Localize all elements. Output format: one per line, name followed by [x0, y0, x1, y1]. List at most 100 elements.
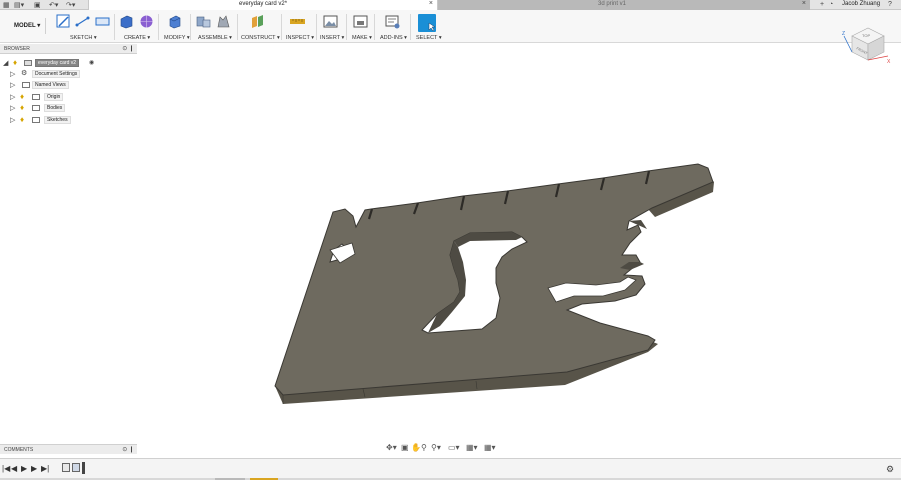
next-icon[interactable]: ▶	[31, 464, 37, 473]
panel-pin-icon[interactable]: ⊙ ❙	[122, 45, 134, 52]
toolbar-divider	[158, 14, 159, 40]
browser-item-label[interactable]: Sketches	[44, 116, 71, 124]
timeline: |◀ ◀ ▶ ▶ ▶| ⚙	[0, 458, 901, 480]
tab-title: everyday card v2*	[239, 1, 288, 7]
collapse-icon[interactable]: ◢	[3, 59, 8, 67]
component-icon	[24, 60, 32, 66]
create-sketch-icon[interactable]	[56, 14, 71, 29]
timeline-marker[interactable]	[82, 462, 85, 474]
expand-icon[interactable]: ▷	[10, 93, 15, 101]
canvas-viewport[interactable]	[0, 44, 901, 457]
rectangle-icon[interactable]	[95, 14, 110, 29]
workspace-switcher[interactable]: MODEL ▾	[4, 18, 46, 34]
browser-item-label[interactable]: Document Settings	[32, 70, 81, 78]
folder-icon	[22, 82, 30, 88]
new-tab-icon[interactable]: +	[820, 1, 824, 8]
toolbar: MODEL ▾ SKETCH ▾ CREATE ▾ MODIFY ▾ ASSEM…	[0, 10, 901, 43]
make-menu[interactable]: MAKE ▾	[352, 35, 372, 41]
first-icon[interactable]: |◀	[2, 464, 10, 473]
job-status-icon[interactable]: ◔	[829, 1, 833, 8]
extrude-icon[interactable]	[119, 14, 134, 29]
timeline-feature-sketch[interactable]	[62, 463, 70, 472]
create-menu[interactable]: CREATE ▾	[124, 35, 150, 41]
tab-3d-print[interactable]: 3d print v1 ×	[438, 0, 810, 10]
toolbar-divider	[114, 14, 115, 40]
data-panel-icon[interactable]: ▦	[3, 1, 10, 9]
browser-panel-header[interactable]: BROWSER ⊙ ❙	[0, 44, 137, 54]
print-3d-icon[interactable]	[353, 14, 368, 29]
navigation-bar: ✥▾ ▣ ✋ ⚲ ⚲▾ ▭▾ ▦▾ ▦▾	[386, 443, 504, 454]
expand-icon[interactable]: ▷	[10, 81, 15, 89]
close-icon[interactable]: ×	[429, 0, 433, 7]
folder-icon	[32, 117, 40, 123]
sphere-icon[interactable]	[139, 14, 154, 29]
measure-icon[interactable]	[290, 14, 305, 29]
add-ins-menu[interactable]: ADD-INS ▾	[380, 35, 407, 41]
help-icon[interactable]: ?	[888, 1, 892, 8]
zoom-icon[interactable]: ⚲	[421, 443, 427, 452]
save-icon[interactable]: ▣	[34, 1, 41, 9]
folder-icon	[32, 94, 40, 100]
undo-icon[interactable]: ↶▾	[49, 1, 58, 9]
toolbar-divider	[346, 14, 347, 40]
line-icon[interactable]	[75, 14, 90, 29]
scripts-icon[interactable]	[385, 14, 400, 29]
tab-title: 3d print v1	[598, 1, 627, 7]
comments-panel-header[interactable]: COMMENTS ⊙ ❙	[0, 444, 137, 454]
browser-item-label[interactable]: Origin	[44, 93, 64, 101]
viewcube[interactable]: TOP FRONT Z X	[840, 22, 892, 66]
tab-everyday-card[interactable]: everyday card v2* ×	[88, 0, 438, 10]
select-menu[interactable]: SELECT ▾	[416, 35, 442, 41]
toolbar-divider	[316, 14, 317, 40]
previous-icon[interactable]: ◀	[11, 464, 17, 473]
visibility-bulb-icon[interactable]: ♦	[13, 58, 17, 67]
play-icon[interactable]: ▶	[21, 464, 27, 473]
look-at-icon[interactable]: ▣	[401, 443, 409, 452]
viewcube-top-label: TOP	[862, 33, 870, 38]
browser-item-label[interactable]: Named Views	[32, 81, 69, 89]
pan-hand-icon[interactable]: ✋	[411, 443, 421, 452]
press-pull-icon[interactable]	[167, 14, 182, 29]
visibility-bulb-icon[interactable]: ♦	[20, 115, 24, 124]
offset-plane-icon[interactable]	[250, 14, 265, 29]
toolbar-divider	[190, 14, 191, 40]
close-icon[interactable]: ×	[802, 0, 806, 7]
sketch-menu[interactable]: SKETCH ▾	[70, 35, 97, 41]
browser-root-label[interactable]: everyday card v2	[35, 59, 80, 67]
comments-title: COMMENTS	[4, 447, 34, 453]
user-name[interactable]: Jacob Zhuang	[842, 1, 880, 7]
expand-icon[interactable]: ▷	[10, 104, 15, 112]
expand-icon[interactable]: ▷	[10, 116, 15, 124]
insert-menu[interactable]: INSERT ▾	[320, 35, 344, 41]
toolbar-divider	[281, 14, 282, 40]
browser-item-label[interactable]: Bodies	[44, 104, 66, 112]
grid-icon[interactable]: ▦▾	[466, 443, 478, 452]
inspect-menu[interactable]: INSPECT ▾	[286, 35, 314, 41]
visibility-bulb-icon[interactable]: ♦	[20, 103, 24, 112]
construct-menu[interactable]: CONSTRUCT ▾	[241, 35, 280, 41]
assemble-menu[interactable]: ASSEMBLE ▾	[198, 35, 232, 41]
expand-icon[interactable]: ▷	[10, 70, 15, 78]
file-icon[interactable]: ▤▾	[14, 1, 24, 9]
modify-menu[interactable]: MODIFY ▾	[164, 35, 190, 41]
last-icon[interactable]: ▶|	[41, 464, 49, 473]
fit-icon[interactable]: ⚲▾	[431, 443, 441, 452]
axis-z-label: Z	[842, 31, 845, 37]
orbit-icon[interactable]: ✥▾	[386, 443, 397, 452]
gear-icon[interactable]: ⚙	[886, 464, 894, 475]
visibility-bulb-icon[interactable]: ♦	[20, 92, 24, 101]
display-settings-icon[interactable]: ▭▾	[448, 443, 460, 452]
redo-icon[interactable]: ↷▾	[66, 1, 75, 9]
joint-icon[interactable]	[216, 14, 231, 29]
new-component-icon[interactable]	[196, 14, 211, 29]
viewports-icon[interactable]: ▦▾	[484, 443, 496, 452]
toolbar-divider	[237, 14, 238, 40]
panel-pin-icon[interactable]: ⊙ ❙	[122, 446, 134, 453]
select-icon[interactable]	[418, 14, 436, 32]
timeline-feature-extrude[interactable]	[72, 463, 80, 472]
activate-radio-icon[interactable]: ◉	[89, 59, 94, 66]
tab-bar: ▦ ▤▾ ▣ ↶▾ ↷▾ everyday card v2* × 3d prin…	[0, 0, 901, 10]
toolbar-divider	[410, 14, 411, 40]
insert-image-icon[interactable]	[323, 14, 338, 29]
browser-title: BROWSER	[4, 46, 30, 52]
